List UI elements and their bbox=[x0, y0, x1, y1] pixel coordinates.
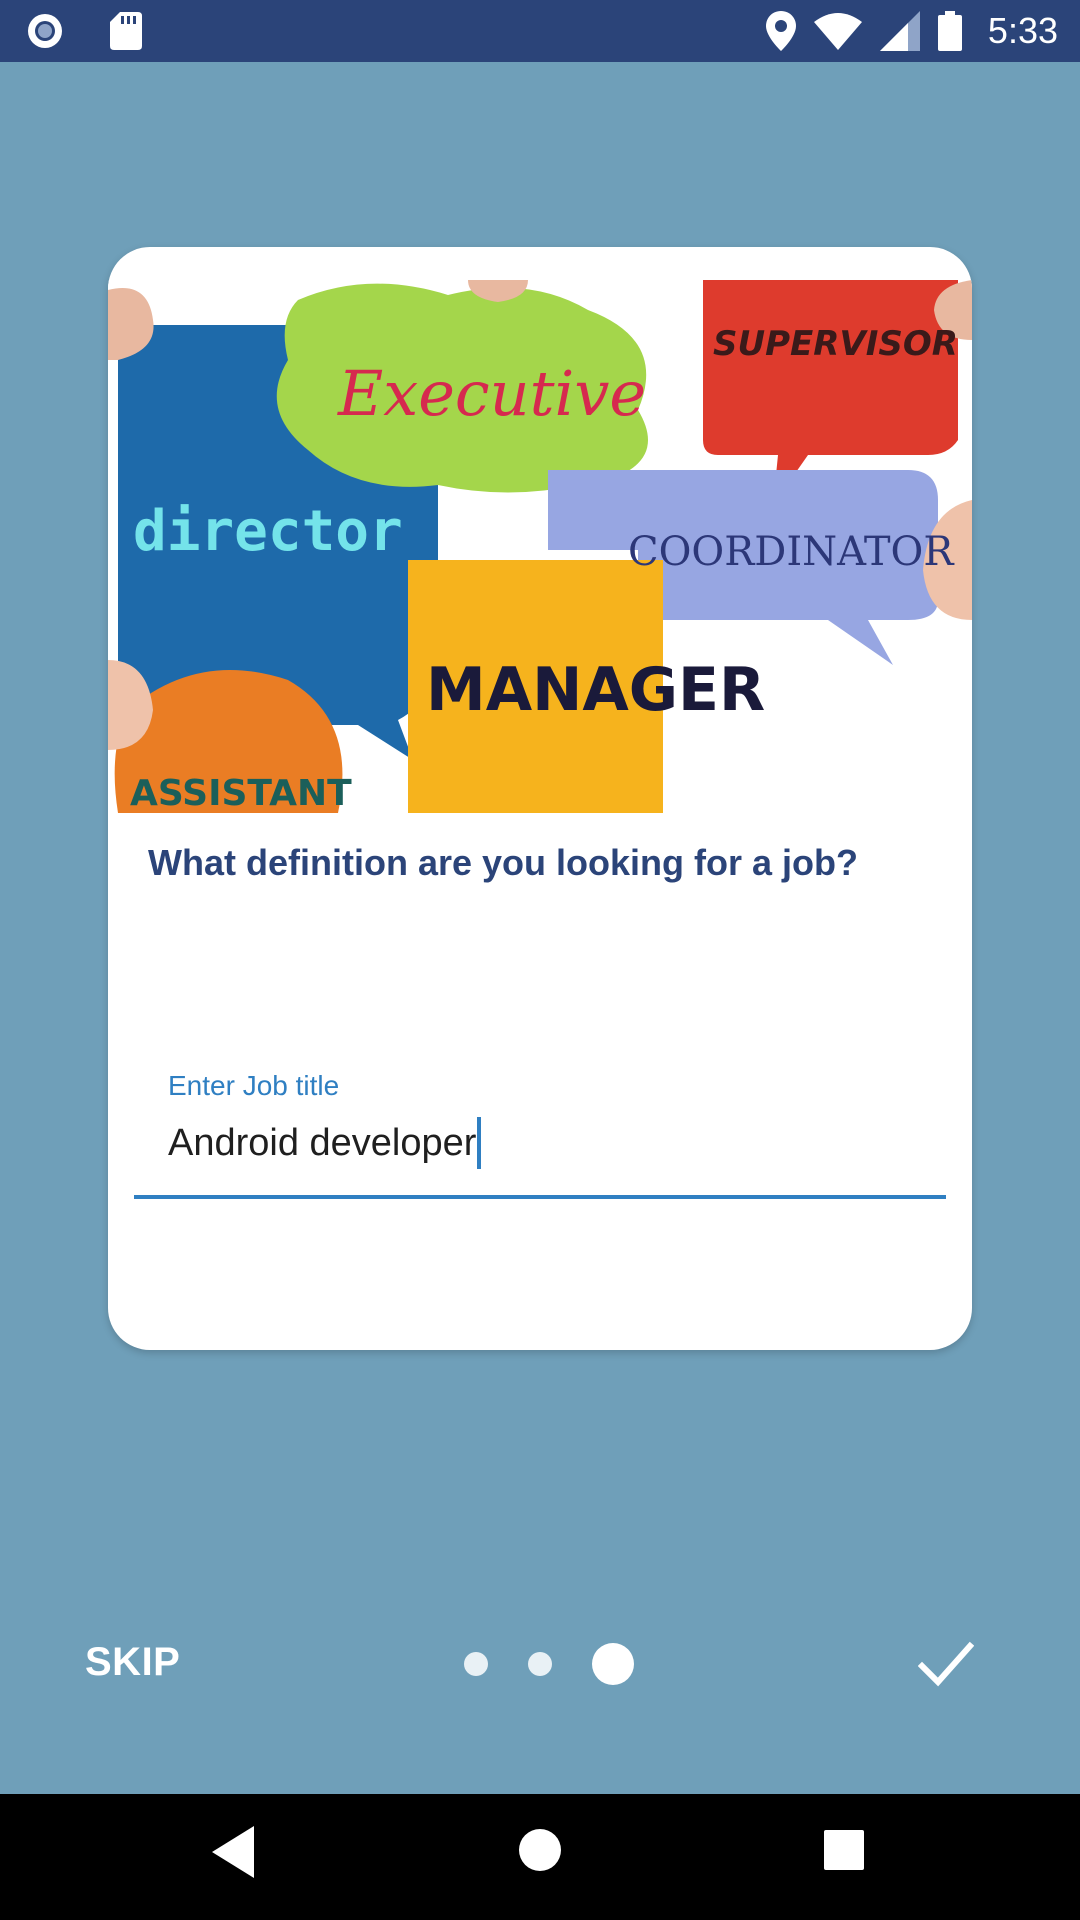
job-title-underline bbox=[134, 1195, 946, 1199]
page-dot-2 bbox=[528, 1652, 552, 1676]
record-icon bbox=[28, 14, 62, 48]
onboarding-card: Executive SUPERVISOR director COORDINATO… bbox=[108, 247, 972, 1350]
check-icon bbox=[917, 1641, 975, 1687]
image-word-director: director bbox=[133, 499, 403, 564]
question-heading: What definition are you looking for a jo… bbox=[148, 842, 858, 883]
status-bar: 5:33 bbox=[0, 0, 1080, 62]
wifi-icon bbox=[813, 13, 862, 50]
status-right-icons: 5:33 bbox=[765, 10, 1058, 52]
job-title-value: Android developer bbox=[168, 1121, 477, 1164]
home-icon[interactable] bbox=[518, 1828, 562, 1872]
text-caret bbox=[477, 1117, 482, 1169]
status-time: 5:33 bbox=[987, 10, 1058, 51]
image-word-executive: Executive bbox=[337, 357, 646, 430]
recents-icon[interactable] bbox=[824, 1830, 864, 1870]
image-word-supervisor: SUPERVISOR bbox=[713, 324, 958, 364]
page-dot-1 bbox=[464, 1652, 488, 1676]
location-icon bbox=[765, 11, 796, 51]
page-dot-3-active bbox=[592, 1643, 634, 1685]
image-word-assistant: ASSISTANT bbox=[130, 773, 352, 813]
job-title-field[interactable]: Enter Job title Android developer bbox=[134, 1070, 946, 1200]
status-left-icons bbox=[26, 12, 142, 50]
image-word-coordinator: COORDINATOR bbox=[628, 529, 955, 575]
job-title-input[interactable]: Android developer bbox=[168, 1115, 482, 1171]
skip-button[interactable]: SKIP bbox=[85, 1640, 180, 1685]
signal-icon bbox=[879, 11, 920, 51]
page-indicator bbox=[464, 1643, 634, 1685]
battery-icon bbox=[937, 11, 962, 51]
navigation-bar bbox=[0, 1794, 1080, 1920]
back-icon[interactable] bbox=[212, 1826, 256, 1878]
image-word-manager: MANAGER bbox=[426, 655, 765, 725]
sd-card-icon bbox=[110, 12, 142, 50]
job-title-label: Enter Job title bbox=[168, 1070, 340, 1101]
done-button[interactable] bbox=[917, 1640, 975, 1688]
job-titles-image: Executive SUPERVISOR director COORDINATO… bbox=[108, 280, 972, 813]
